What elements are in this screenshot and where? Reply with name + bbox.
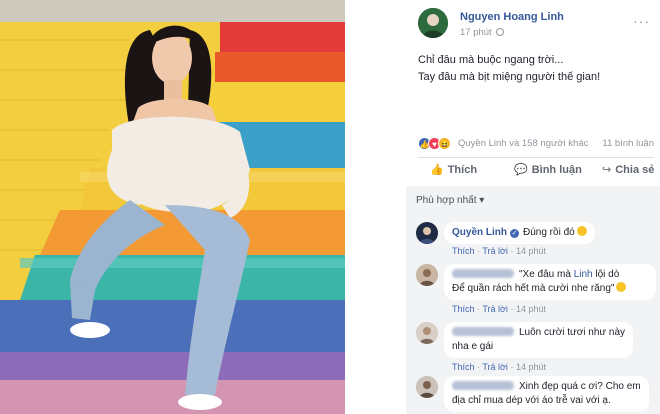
commenter-name[interactable]: Quyền Linh: [452, 227, 507, 238]
comment-bubble: Luôn cười tươi như này nha e gái: [444, 322, 634, 358]
comment-item: "Xe đâu mà Linh lội dò Để quần rách hết …: [416, 264, 656, 320]
haha-icon: 😆: [438, 137, 451, 150]
comment-text-line-2: địa chỉ mua dép với áo trễ vai với ạ.: [452, 395, 611, 406]
comment-reply-link[interactable]: Trả lời: [482, 362, 508, 372]
comment-text-line-1: Xinh đẹp quá c ơi? Cho em: [519, 381, 641, 392]
status-line-2: Tay đâu mà bịt miệng người thế gian!: [418, 71, 601, 83]
commenter-avatar[interactable]: [416, 222, 438, 244]
comment-bubble: "Xe đâu mà Linh lội dò Để quần rách hết …: [444, 264, 656, 300]
comment-actions: Thích · Trả lời · 14 phút: [452, 246, 546, 256]
post-status-text: Chỉ đâu mà buộc ngang trời... Tay đâu mà…: [418, 52, 654, 86]
thumbs-up-icon: 👍: [430, 164, 444, 176]
comment-text-line-2: Để quần rách hết mà cười nhe răng": [452, 283, 615, 294]
comment-like-link[interactable]: Thích: [452, 246, 475, 256]
post-author-name[interactable]: Nguyen Hoang Linh: [460, 11, 564, 23]
post-timestamp[interactable]: 17 phút: [460, 27, 505, 38]
post-photo[interactable]: [0, 0, 345, 414]
comment-item: Quyền Linh ✓ Đúng rồi đó Thích · Trả lời ·…: [416, 222, 656, 258]
reaction-summary[interactable]: 👍 ♥ 😆 Quyền Linh và 158 người khác 11 bì…: [418, 136, 654, 152]
comment-label: Bình luận: [531, 164, 582, 176]
comment-time: 14 phút: [515, 304, 546, 314]
comment-bubble-icon: 💬: [514, 164, 528, 176]
comment-count-text[interactable]: 11 bình luận: [602, 138, 654, 149]
comment-text-start: "Xe đâu mà: [519, 269, 574, 280]
comment-button[interactable]: 💬 Bình luận: [514, 163, 582, 176]
thumbs-up-emoji-icon: [576, 226, 587, 236]
photo-illustration: [0, 0, 345, 414]
comment-bubble: Xinh đẹp quá c ơi? Cho em địa chỉ mua dé…: [444, 376, 649, 412]
share-label: Chia sẻ: [615, 164, 655, 176]
verified-badge-icon: ✓: [510, 229, 519, 238]
post-panel: Nguyen Hoang Linh 17 phút ··· Chỉ đâu mà…: [406, 0, 660, 414]
commenter-avatar[interactable]: [416, 264, 438, 286]
laughing-emoji-icon: [616, 282, 627, 292]
mention-link[interactable]: Linh: [574, 269, 593, 280]
comment-item: Luôn cười tươi như này nha e gái Thích ·…: [416, 322, 656, 378]
reaction-count-text[interactable]: Quyền Linh và 158 người khác: [458, 138, 588, 149]
comment-time: 14 phút: [515, 246, 546, 256]
globe-icon: [496, 28, 505, 36]
commenter-name-blurred[interactable]: [452, 269, 514, 278]
author-avatar[interactable]: [418, 8, 448, 38]
post-header: Nguyen Hoang Linh 17 phút ···: [418, 8, 658, 42]
like-label: Thích: [447, 164, 478, 176]
status-line-1: Chỉ đâu mà buộc ngang trời...: [418, 54, 564, 66]
comments-section: Phù hợp nhất ▾ Quyền Linh ✓ Đúng rồi đó Th…: [406, 186, 660, 414]
comment-item: Xinh đẹp quá c ơi? Cho em địa chỉ mua dé…: [416, 376, 656, 414]
comment-sort-dropdown[interactable]: Phù hợp nhất ▾: [416, 195, 484, 206]
comment-text: Đúng rồi đó: [523, 227, 575, 238]
like-button[interactable]: 👍 Thích: [430, 163, 477, 176]
comment-actions: Thích · Trả lời · 14 phút: [452, 304, 546, 314]
comment-reply-link[interactable]: Trả lời: [482, 304, 508, 314]
commenter-avatar[interactable]: [416, 322, 438, 344]
commenter-avatar[interactable]: [416, 376, 438, 398]
comment-time: 14 phút: [515, 362, 546, 372]
share-button[interactable]: ↪ Chia sẻ: [602, 163, 654, 176]
divider: [418, 157, 654, 158]
comment-text-line-1: Luôn cười tươi như này: [519, 327, 626, 338]
comment-text-end: lội dò: [592, 269, 620, 280]
commenter-name-blurred[interactable]: [452, 327, 514, 336]
more-options-icon[interactable]: ···: [633, 13, 650, 29]
share-arrow-icon: ↪: [602, 164, 612, 176]
post-actions-bar: 👍 Thích 💬 Bình luận ↪ Chia sẻ: [418, 161, 654, 183]
comment-text-line-2: nha e gái: [452, 341, 494, 352]
comment-actions: Thích · Trả lời · 14 phút: [452, 362, 546, 372]
comment-reply-link[interactable]: Trả lời: [482, 246, 508, 256]
timestamp-text: 17 phút: [460, 27, 492, 38]
commenter-name-blurred[interactable]: [452, 381, 514, 390]
comment-bubble: Quyền Linh ✓ Đúng rồi đó: [444, 222, 595, 244]
comment-like-link[interactable]: Thích: [452, 362, 475, 372]
comment-like-link[interactable]: Thích: [452, 304, 475, 314]
